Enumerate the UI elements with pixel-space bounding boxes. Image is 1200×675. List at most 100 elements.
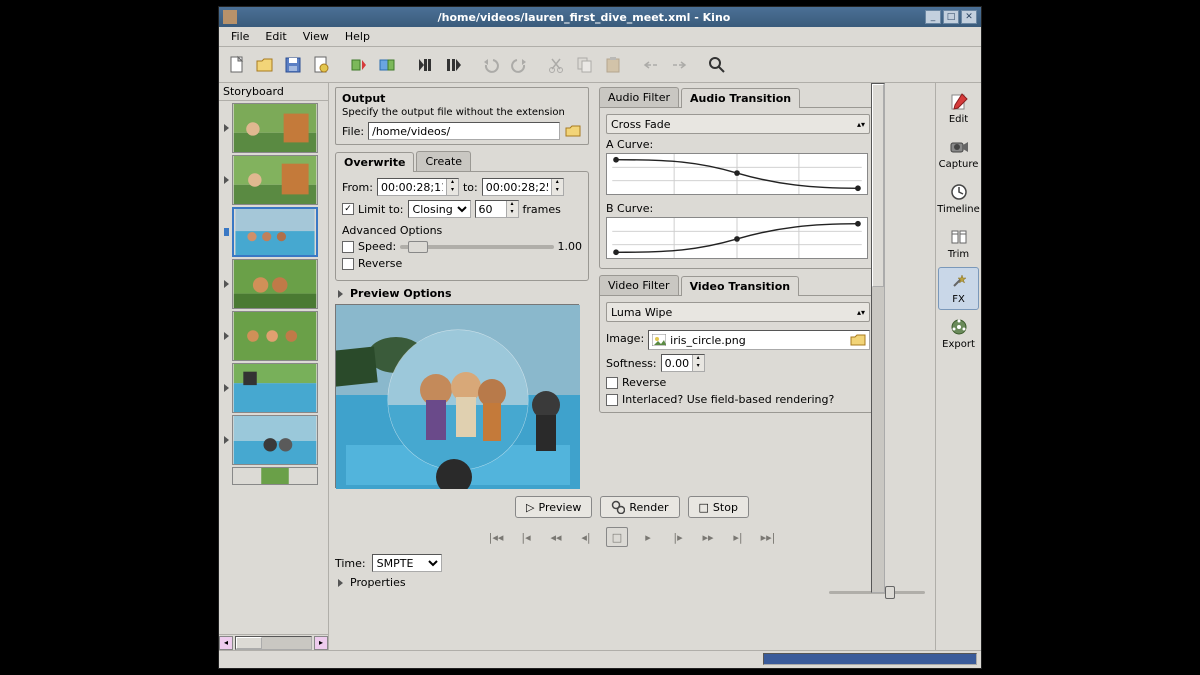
ffwd-button[interactable]: ▸▸ (698, 528, 718, 546)
menu-edit[interactable]: Edit (259, 28, 292, 45)
audio-filter-tab[interactable]: Audio Filter (599, 87, 679, 107)
stop-button[interactable]: □Stop (688, 496, 749, 518)
softness-label: Softness: (606, 357, 657, 370)
maximize-button[interactable]: □ (943, 10, 959, 24)
mode-capture[interactable]: Capture (938, 132, 979, 175)
zoom-button[interactable] (705, 53, 729, 77)
disclosure-icon[interactable] (224, 124, 229, 132)
goto-start-button[interactable]: |◂◂ (486, 528, 506, 546)
cut-button[interactable] (545, 53, 569, 77)
browse-file-button[interactable] (564, 123, 582, 139)
mode-timeline[interactable]: Timeline (938, 177, 979, 220)
storyboard-thumbs[interactable] (219, 101, 328, 634)
tab-create[interactable]: Create (416, 151, 471, 171)
open-button[interactable] (253, 53, 277, 77)
goto-end-button[interactable]: ▸▸| (758, 528, 778, 546)
interlaced-checkbox[interactable]: Interlaced? Use field-based rendering? (606, 393, 834, 406)
mode-edit[interactable]: Edit (938, 87, 979, 130)
speed-slider[interactable] (400, 245, 553, 249)
next-clip-button[interactable]: ▸| (728, 528, 748, 546)
step-back-button[interactable]: ◂| (576, 528, 596, 546)
append-button[interactable] (413, 53, 437, 77)
folder-icon[interactable] (850, 334, 866, 346)
close-button[interactable]: ✕ (961, 10, 977, 24)
to-spinner[interactable]: ▴▾ (482, 178, 564, 196)
menu-view[interactable]: View (297, 28, 335, 45)
storyboard-panel: Storyboard (219, 83, 329, 650)
storyboard-thumb[interactable] (232, 311, 318, 361)
mode-fx[interactable]: FX (938, 267, 979, 310)
toolbar (219, 47, 981, 83)
time-mode-select[interactable]: SMPTE (372, 554, 442, 572)
mode-export[interactable]: Export (938, 312, 979, 355)
copy-button[interactable] (573, 53, 597, 77)
disclosure-icon[interactable] (224, 384, 229, 392)
video-filter-tab[interactable]: Video Filter (599, 275, 679, 295)
a-curve[interactable] (606, 153, 868, 195)
mode-sidebar: Edit Capture Timeline Trim FX Export (935, 83, 981, 650)
reverse-checkbox[interactable]: Reverse (342, 257, 402, 270)
insert-before-button[interactable] (347, 53, 371, 77)
storyboard-thumb-selected[interactable] (232, 207, 318, 257)
storyboard-thumb[interactable] (232, 103, 318, 153)
limit-checkbox[interactable]: ✓Limit to: (342, 203, 404, 216)
render-button[interactable]: Render (600, 496, 679, 518)
storyboard-thumb[interactable] (232, 259, 318, 309)
video-reverse-checkbox[interactable]: Reverse (606, 376, 666, 389)
limit-mode-select[interactable]: Closing (408, 200, 471, 218)
minimize-button[interactable]: _ (925, 10, 941, 24)
save-as-button[interactable] (309, 53, 333, 77)
mode-trim[interactable]: Trim (938, 222, 979, 265)
stop-icon: □ (699, 501, 709, 514)
from-spinner[interactable]: ▴▾ (377, 178, 459, 196)
overwrite-tabs: Overwrite Create (335, 151, 589, 171)
menu-help[interactable]: Help (339, 28, 376, 45)
speed-checkbox[interactable]: Speed: (342, 240, 396, 253)
disclosure-icon[interactable] (224, 176, 229, 184)
step-fwd-button[interactable]: |▸ (668, 528, 688, 546)
disclosure-icon[interactable] (224, 280, 229, 288)
join-left-button[interactable] (639, 53, 663, 77)
storyboard-hscrollbar[interactable]: ◂▸ (219, 634, 328, 650)
b-curve[interactable] (606, 217, 868, 259)
play-button[interactable]: ▸ (638, 528, 658, 546)
image-path-field[interactable]: iris_circle.png (648, 330, 870, 350)
storyboard-thumb[interactable] (232, 415, 318, 465)
disclosure-icon[interactable] (224, 436, 229, 444)
new-button[interactable] (225, 53, 249, 77)
limit-frames-spinner[interactable]: ▴▾ (475, 200, 519, 218)
undo-button[interactable] (479, 53, 503, 77)
split-button[interactable] (441, 53, 465, 77)
insert-after-button[interactable] (375, 53, 399, 77)
paste-button[interactable] (601, 53, 625, 77)
tab-overwrite[interactable]: Overwrite (335, 152, 414, 172)
disclosure-icon[interactable] (224, 332, 229, 340)
rewind-button[interactable]: ◂◂ (546, 528, 566, 546)
redo-button[interactable] (507, 53, 531, 77)
titlebar[interactable]: /home/videos/lauren_first_dive_meet.xml … (219, 7, 981, 27)
prev-clip-button[interactable]: |◂ (516, 528, 536, 546)
audio-effect-combo[interactable]: Cross Fade▴▾ (606, 114, 870, 134)
status-bar (219, 650, 981, 668)
preview-button[interactable]: ▷Preview (515, 496, 592, 518)
join-right-button[interactable] (667, 53, 691, 77)
image-label: Image: (606, 332, 644, 345)
menu-file[interactable]: File (225, 28, 255, 45)
audio-transition-panel: Cross Fade▴▾ A Curve: B Curve: (599, 107, 877, 269)
video-effect-combo[interactable]: Luma Wipe▴▾ (606, 302, 870, 322)
save-button[interactable] (281, 53, 305, 77)
center-vscrollbar[interactable] (871, 83, 885, 593)
storyboard-thumb[interactable] (232, 467, 318, 485)
softness-spinner[interactable]: ▴▾ (661, 354, 705, 372)
file-input[interactable] (368, 122, 560, 140)
properties-toggle[interactable]: Properties (335, 576, 929, 589)
storyboard-thumb[interactable] (232, 155, 318, 205)
disclosure-icon[interactable] (224, 228, 229, 236)
preview-options-toggle[interactable]: Preview Options (335, 287, 589, 300)
a-curve-label: A Curve: (606, 138, 870, 151)
time-label: Time: (335, 557, 366, 570)
video-transition-tab[interactable]: Video Transition (681, 276, 800, 296)
audio-transition-tab[interactable]: Audio Transition (681, 88, 800, 108)
storyboard-thumb[interactable] (232, 363, 318, 413)
transport-stop-button[interactable]: □ (606, 527, 628, 547)
